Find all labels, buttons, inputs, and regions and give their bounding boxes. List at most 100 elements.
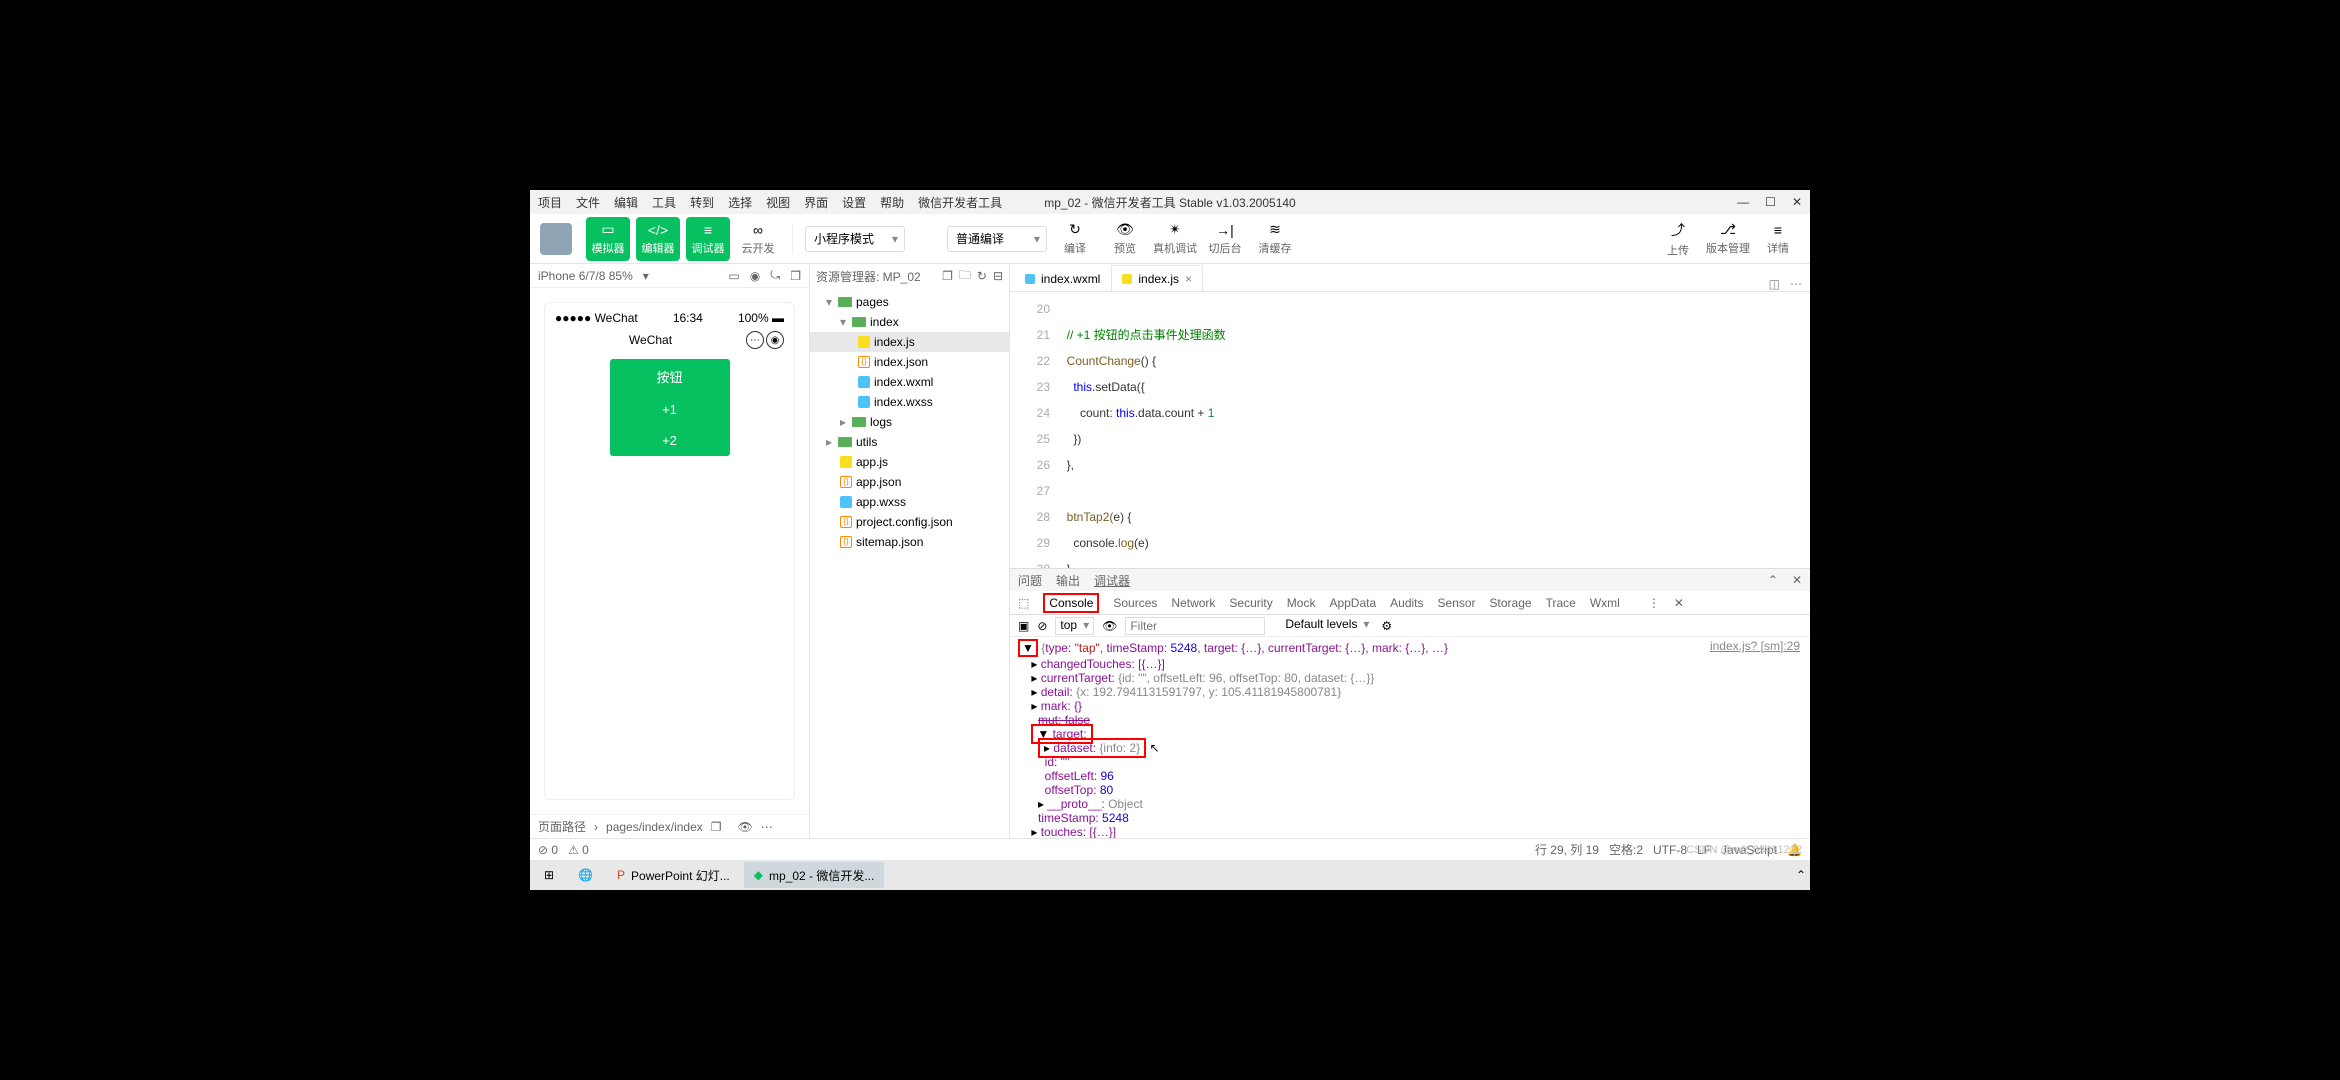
split-icon[interactable]: ◫ xyxy=(1769,277,1780,291)
simulator-screen[interactable]: ●●●●● WeChat 16:34 100% ▬ WeChat ⋯◉ 按钮 +… xyxy=(544,302,795,800)
sim-share-icon[interactable]: ⤿ xyxy=(770,268,780,283)
tree-folder-utils[interactable]: ▸utils xyxy=(810,432,1009,452)
maximize-icon[interactable]: ☐ xyxy=(1765,195,1776,209)
sim-tool-icon[interactable]: ▭ xyxy=(728,269,739,283)
upload-button[interactable]: ⤴上传 xyxy=(1656,217,1700,261)
devtool-tab-security[interactable]: Security xyxy=(1229,596,1272,610)
chrome-icon[interactable]: 🌐 xyxy=(568,862,603,888)
menu-help[interactable]: 帮助 xyxy=(880,194,904,211)
context-select[interactable]: top xyxy=(1055,617,1094,635)
tray-up-icon[interactable]: ⌃ xyxy=(1796,868,1806,882)
capsule-close-icon[interactable]: ◉ xyxy=(766,331,784,349)
devtool-tab-network[interactable]: Network xyxy=(1171,596,1215,610)
preview-button[interactable]: 👁预览 xyxy=(1103,217,1147,261)
tree-file-app-wxss[interactable]: app.wxss xyxy=(810,492,1009,512)
tab-index-wxml[interactable]: index.wxml xyxy=(1014,265,1111,291)
simulator-button[interactable]: ▭模拟器 xyxy=(586,217,630,261)
console-output[interactable]: index.js? [sm]:29 ▼ {type: "tap", timeSt… xyxy=(1010,637,1810,838)
new-file-icon[interactable]: ❐ xyxy=(942,269,953,283)
menu-file[interactable]: 文件 xyxy=(576,194,600,211)
mode-select[interactable]: 小程序模式 xyxy=(805,226,905,252)
filter-input[interactable] xyxy=(1125,617,1265,635)
devtool-tab-console[interactable]: Console xyxy=(1043,593,1099,613)
devtool-more-icon[interactable]: ⋮ xyxy=(1648,596,1660,610)
menu-ui[interactable]: 界面 xyxy=(804,194,828,211)
cloud-button[interactable]: ∞云开发 xyxy=(736,217,780,261)
menu-tool[interactable]: 工具 xyxy=(652,194,676,211)
inspect-icon[interactable]: ⬚ xyxy=(1018,596,1029,610)
menu-project[interactable]: 项目 xyxy=(538,194,562,211)
switch-bg-button[interactable]: →|切后台 xyxy=(1203,217,1247,261)
console-tab-debugger[interactable]: 调试器 xyxy=(1094,572,1130,589)
sim-plus1-button[interactable]: +1 xyxy=(610,394,730,425)
tree-file-index-wxss[interactable]: index.wxss xyxy=(810,392,1009,412)
menu-view[interactable]: 视图 xyxy=(766,194,790,211)
task-powerpoint[interactable]: PPowerPoint 幻灯... xyxy=(607,862,740,888)
console-sidebar-icon[interactable]: ▣ xyxy=(1018,619,1029,633)
devtool-tab-wxml[interactable]: Wxml xyxy=(1590,596,1620,610)
menu-select[interactable]: 选择 xyxy=(728,194,752,211)
tree-file-sitemap[interactable]: {}sitemap.json xyxy=(810,532,1009,552)
menu-edit[interactable]: 编辑 xyxy=(614,194,638,211)
clear-cache-button[interactable]: ≋清缓存 xyxy=(1253,217,1297,261)
remote-debug-button[interactable]: ✴真机调试 xyxy=(1153,217,1197,261)
new-folder-icon[interactable]: 🗀 xyxy=(959,266,971,287)
tree-file-index-js[interactable]: index.js xyxy=(810,332,1009,352)
collapse-console-icon[interactable]: ⌃ xyxy=(1768,573,1778,587)
tree-file-app-json[interactable]: {}app.json xyxy=(810,472,1009,492)
devtool-tab-appdata[interactable]: AppData xyxy=(1329,596,1376,610)
warnings-count[interactable]: ⚠ 0 xyxy=(568,843,589,857)
console-tab-output[interactable]: 输出 xyxy=(1056,572,1080,589)
tree-file-index-json[interactable]: {}index.json xyxy=(810,352,1009,372)
compile-mode-select[interactable]: 普通编译 xyxy=(947,226,1047,252)
devtool-tab-audits[interactable]: Audits xyxy=(1390,596,1423,610)
more-icon[interactable]: ⋯ xyxy=(761,820,773,834)
devtool-tab-sensor[interactable]: Sensor xyxy=(1438,596,1476,610)
devtool-tab-trace[interactable]: Trace xyxy=(1546,596,1576,610)
debugger-button[interactable]: ≡调试器 xyxy=(686,217,730,261)
console-source-link[interactable]: index.js? [sm]:29 xyxy=(1710,639,1800,653)
tree-file-project-config[interactable]: {}project.config.json xyxy=(810,512,1009,532)
console-settings-icon[interactable]: ⚙ xyxy=(1381,619,1392,633)
eye-icon[interactable]: 👁 xyxy=(738,820,753,834)
compile-button[interactable]: ↻编译 xyxy=(1053,217,1097,261)
details-button[interactable]: ≡详情 xyxy=(1756,217,1800,261)
more-tab-icon[interactable]: ⋯ xyxy=(1790,277,1802,291)
console-tab-problems[interactable]: 问题 xyxy=(1018,572,1042,589)
collapse-icon[interactable]: ⊟ xyxy=(993,269,1003,283)
sim-record-icon[interactable]: ◉ xyxy=(750,269,760,283)
menu-settings[interactable]: 设置 xyxy=(842,194,866,211)
version-button[interactable]: ⎇版本管理 xyxy=(1706,217,1750,261)
clear-console-icon[interactable]: ⊘ xyxy=(1037,619,1047,633)
tree-folder-pages[interactable]: ▾pages xyxy=(810,292,1009,312)
start-button[interactable]: ⊞ xyxy=(534,862,564,888)
tree-folder-index[interactable]: ▾index xyxy=(810,312,1009,332)
tree-folder-logs[interactable]: ▸logs xyxy=(810,412,1009,432)
live-expression-icon[interactable]: 👁 xyxy=(1102,619,1117,633)
copy-path-icon[interactable]: ❐ xyxy=(711,820,722,834)
sim-button[interactable]: 按钮 xyxy=(610,359,730,394)
errors-count[interactable]: ⊘ 0 xyxy=(538,843,558,857)
tree-file-index-wxml[interactable]: index.wxml xyxy=(810,372,1009,392)
menu-devtools[interactable]: 微信开发者工具 xyxy=(918,194,1002,211)
sim-copy-icon[interactable]: ❐ xyxy=(790,269,801,283)
close-tab-icon[interactable]: × xyxy=(1185,272,1192,286)
sim-plus2-button[interactable]: +2 xyxy=(610,425,730,456)
encoding[interactable]: UTF-8 xyxy=(1653,843,1687,857)
code-editor[interactable]: 2021222324252627282930 // +1 按钮的点击事件处理函数… xyxy=(1010,292,1810,568)
cursor-position[interactable]: 行 29, 列 19 xyxy=(1535,841,1599,858)
capsule-menu-icon[interactable]: ⋯ xyxy=(746,331,764,349)
levels-select[interactable]: Default levels xyxy=(1281,617,1373,635)
devtool-tab-sources[interactable]: Sources xyxy=(1113,596,1157,610)
tree-file-app-js[interactable]: app.js xyxy=(810,452,1009,472)
close-console-icon[interactable]: ✕ xyxy=(1792,573,1802,587)
devtool-tab-storage[interactable]: Storage xyxy=(1490,596,1532,610)
close-icon[interactable]: ✕ xyxy=(1792,195,1802,209)
avatar[interactable] xyxy=(540,223,572,255)
refresh-icon[interactable]: ↻ xyxy=(977,269,987,283)
devtool-tab-mock[interactable]: Mock xyxy=(1287,596,1316,610)
task-wechat-devtools[interactable]: ◆mp_02 - 微信开发... xyxy=(744,862,885,888)
minimize-icon[interactable]: — xyxy=(1737,195,1749,209)
menu-goto[interactable]: 转到 xyxy=(690,194,714,211)
devtool-close-icon[interactable]: ✕ xyxy=(1674,596,1684,610)
